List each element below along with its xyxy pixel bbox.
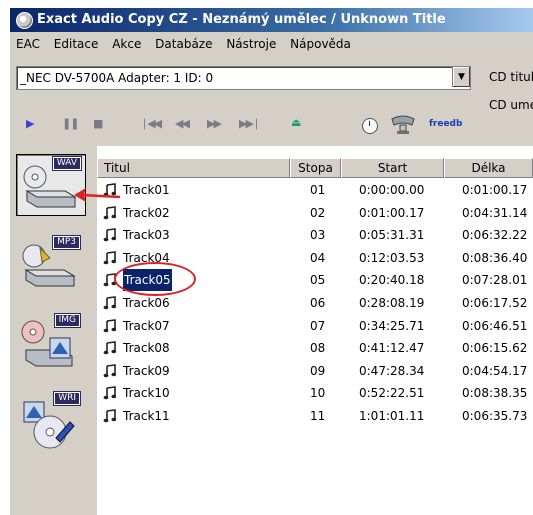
track-length: 0:08:36.40 [462, 250, 528, 265]
track-start: 1:01:01.11 [359, 409, 425, 423]
column-header-start[interactable]: Start [341, 158, 444, 178]
drive-select[interactable]: _NEC DV-5700A Adapter: 1 ID: 0 ▼ [16, 66, 471, 90]
menu-napoveda[interactable]: Nápověda [286, 32, 355, 56]
cd-icon [16, 12, 33, 29]
track-start: 0:41:12.47 [359, 341, 425, 356]
skip-forward-icon[interactable]: ▶▶❘ [239, 117, 261, 130]
table-row[interactable]: Track09 09 0:47:28.34 0:04:54.17 [97, 360, 533, 382]
track-title: Track09 [123, 363, 170, 378]
music-note-icon [103, 363, 117, 378]
music-note-icon [103, 205, 117, 219]
chevron-down-icon[interactable]: ▼ [452, 67, 470, 87]
track-title: Track07 [123, 318, 170, 333]
track-start: 0:52:22.51 [359, 386, 425, 401]
track-length: 0:06:15.62 [462, 341, 528, 356]
eject-icon[interactable]: ⏏ [291, 116, 301, 129]
track-length: 0:01:00.17 [462, 183, 528, 197]
track-length: 0:06:35.73 [462, 409, 528, 423]
track-start: 0:05:31.31 [359, 228, 425, 243]
play-icon[interactable]: ▶ [26, 117, 34, 130]
menu-nastroje[interactable]: Nástroje [222, 32, 280, 56]
table-row[interactable]: Track10 10 0:52:22.51 0:08:38.35 [97, 382, 533, 404]
annotation-circle [114, 262, 196, 296]
menu-akce[interactable]: Akce [108, 32, 145, 56]
table-row[interactable]: Track11 11 1:01:01.11 0:06:35.73 [97, 405, 533, 427]
track-length: 0:07:28.01 [462, 273, 528, 288]
track-start: 0:12:03.53 [359, 250, 425, 265]
stop-icon[interactable]: ■ [93, 117, 103, 130]
eac-window: Exact Audio Copy CZ - Neznámý umělec / U… [0, 0, 533, 515]
column-header-stopa[interactable]: Stopa [290, 158, 341, 178]
track-length: 0:08:38.35 [462, 386, 528, 401]
track-number: 03 [310, 228, 326, 243]
menu-bar: EAC Editace Akce Databáze Nástroje Nápov… [10, 32, 533, 56]
table-row[interactable]: Track01 01 0:00:00.00 0:01:00.17 [97, 179, 533, 201]
track-number: 08 [310, 341, 326, 356]
network-drive-icon[interactable] [390, 113, 416, 135]
clock-icon[interactable] [362, 118, 378, 134]
drive-select-value: _NEC DV-5700A Adapter: 1 ID: 0 [20, 71, 214, 85]
track-number: 07 [310, 318, 326, 333]
track-title: Track08 [123, 341, 170, 356]
create-image-button[interactable]: IMG [16, 312, 84, 372]
skip-back-icon[interactable]: ❘◀◀ [140, 117, 162, 130]
title-bar: Exact Audio Copy CZ - Neznámý umělec / U… [10, 8, 533, 32]
menu-databaze[interactable]: Databáze [151, 32, 216, 56]
cd-artist-label: CD ume [489, 98, 533, 112]
music-note-icon [103, 228, 117, 242]
track-start: 0:47:28.34 [359, 363, 425, 378]
rewind-icon[interactable]: ◀◀ [175, 117, 190, 130]
music-note-icon [103, 318, 117, 332]
pause-icon[interactable]: ❚❚ [62, 117, 79, 130]
table-row[interactable]: Track02 02 0:01:00.17 0:04:31.14 [97, 202, 533, 224]
track-number: 09 [310, 363, 326, 378]
freedb-icon[interactable]: freedb [429, 119, 462, 129]
column-header-delka[interactable]: Délka [444, 158, 533, 178]
table-header: Titul Stopa Start Délka [97, 158, 533, 178]
track-length: 0:04:31.14 [462, 205, 528, 220]
track-start: 0:20:40.18 [359, 273, 425, 288]
fast-forward-icon[interactable]: ▶▶ [207, 117, 222, 130]
track-start: 0:00:00.00 [359, 183, 425, 197]
track-length: 0:06:46.51 [462, 318, 528, 333]
track-title: Track03 [123, 228, 170, 243]
track-start: 0:28:08.19 [359, 296, 425, 310]
track-length: 0:04:54.17 [462, 363, 528, 378]
table-row[interactable]: Track03 03 0:05:31.31 0:06:32.22 [97, 224, 533, 246]
track-number: 02 [310, 205, 326, 220]
write-cd-button[interactable]: WRI [16, 390, 84, 450]
music-note-icon [103, 296, 117, 310]
track-start: 0:34:25.71 [359, 318, 425, 333]
cd-image-icon [21, 320, 73, 367]
cd-title-label: CD titul [489, 70, 533, 84]
track-length: 0:06:17.52 [462, 296, 528, 310]
annotation-arrow [74, 188, 121, 202]
track-number: 11 [310, 409, 326, 423]
track-table: Titul Stopa Start Délka Track01 01 0:00:00… [97, 158, 533, 515]
track-number: 04 [310, 250, 326, 265]
track-title: Track02 [123, 205, 170, 220]
track-start: 0:01:00.17 [359, 205, 425, 220]
music-note-icon [103, 250, 117, 265]
track-title: Track01 [123, 183, 170, 197]
cd-to-hdd-mp3-icon [22, 244, 76, 287]
table-row[interactable]: Track08 08 0:41:12.47 0:06:15.62 [97, 337, 533, 359]
track-length: 0:06:32.22 [462, 228, 528, 243]
cd-write-icon [23, 401, 75, 449]
track-number: 01 [310, 183, 326, 197]
copy-mp3-button[interactable]: MP3 [16, 234, 84, 294]
menu-eac[interactable]: EAC [12, 32, 44, 56]
track-number: 05 [310, 273, 326, 288]
music-note-icon [103, 409, 117, 423]
menu-editace[interactable]: Editace [50, 32, 103, 56]
music-note-icon [103, 341, 117, 355]
window-title: Exact Audio Copy CZ - Neznámý umělec / U… [37, 12, 446, 27]
music-note-icon [103, 386, 117, 400]
track-number: 06 [310, 296, 326, 310]
track-number: 10 [310, 386, 326, 401]
column-header-titul[interactable]: Titul [97, 158, 290, 178]
track-title: Track11 [123, 409, 170, 423]
track-title: Track10 [123, 386, 170, 401]
table-row[interactable]: Track07 07 0:34:25.71 0:06:46.51 [97, 315, 533, 337]
